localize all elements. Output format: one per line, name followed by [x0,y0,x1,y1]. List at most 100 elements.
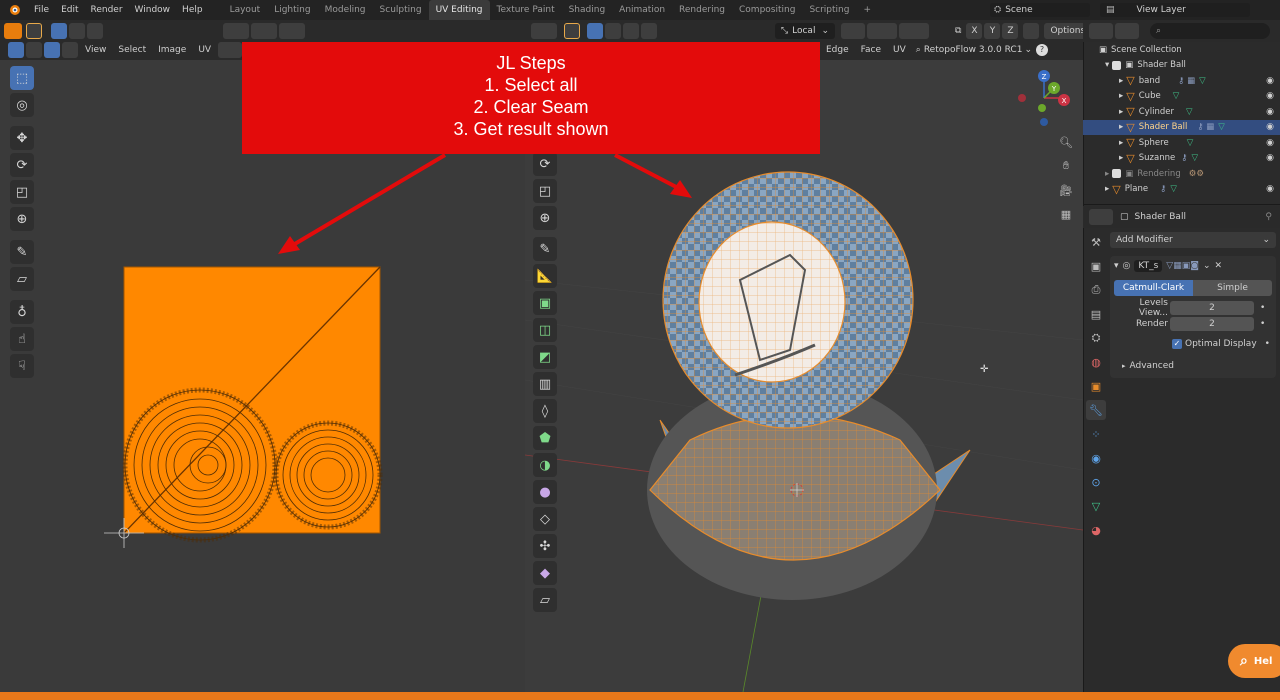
mirror-z-button[interactable]: Z [1002,23,1019,39]
properties-type-icon[interactable] [1089,209,1113,225]
outliner-item-band[interactable]: ▸ ▽ band ⚷ ▦ ▽ ◉ [1083,73,1280,89]
image-browse-icon[interactable] [218,42,243,58]
transform-orientation-dropdown[interactable]: ⤡ Local ⌄ [774,23,835,39]
pan-hand-icon[interactable]: ✋︎ [1056,156,1076,176]
uv-menu-image[interactable]: Image [152,45,192,55]
constraints-tab-icon[interactable]: ⊙ [1086,472,1106,492]
close-icon[interactable]: ✕ [1215,261,1223,271]
uv-menu-view[interactable]: View [79,45,112,55]
modifier-name-field[interactable]: KT_s [1134,260,1163,272]
smooth-icon[interactable]: ● [533,480,557,504]
tab-texture-paint[interactable]: Texture Paint [490,0,562,20]
modifier-toggle-icons[interactable]: ▽▦▣◙ [1166,261,1199,271]
rip-icon[interactable]: ▱ [10,267,34,291]
outliner-search-input[interactable]: ⌕ [1150,23,1270,39]
vp-menu-face[interactable]: Face [855,45,887,55]
rotate-icon[interactable]: ⟳ [10,153,34,177]
tab-scripting[interactable]: Scripting [802,0,856,20]
grid-view-icon[interactable]: ▦ [1056,204,1076,224]
zoom-icon[interactable]: 🔍︎ [1056,132,1076,152]
render-tab-icon[interactable]: ▣ [1086,256,1106,276]
mirror-x-button[interactable]: X [966,23,983,39]
outliner-item-cylinder[interactable]: ▸ ▽ Cylinder ▽ ◉ [1083,104,1280,120]
vp-select-invert-icon[interactable] [641,23,657,39]
vp-select-subtract-icon[interactable] [623,23,639,39]
retopoflow-menu[interactable]: ⌕ RetopoFlow 3.0.0 RC1 ⌄ [912,45,1036,55]
menu-edit[interactable]: Edit [55,0,84,20]
filter-icon[interactable] [1115,23,1139,39]
tab-rendering[interactable]: Rendering [672,0,732,20]
tab-modeling[interactable]: Modeling [318,0,373,20]
add-workspace-button[interactable]: + [856,0,878,20]
outliner-collection-shader-ball[interactable]: ▾ ▣ Shader Ball [1083,58,1280,74]
extrude-icon[interactable]: ▣ [533,291,557,315]
uv-face-mode-icon[interactable] [62,42,78,58]
help-circle-icon[interactable]: ? [1035,44,1048,56]
keyframe-dot-icon[interactable]: • [1265,339,1270,349]
snap-icon[interactable] [251,23,277,39]
outliner-item-plane[interactable]: ▸ ▽ Plane ⚷ ▽ ◉ [1083,182,1280,198]
knife-icon[interactable]: ◊ [533,399,557,423]
menu-window[interactable]: Window [129,0,177,20]
tab-animation[interactable]: Animation [612,0,672,20]
tool-tab-icon[interactable]: ⚒ [1086,232,1106,252]
keyframe-dot-icon[interactable]: • [1260,303,1265,313]
cursor-icon[interactable]: ◎ [10,93,34,117]
spin-icon[interactable]: ◑ [533,453,557,477]
visibility-eye-icon[interactable]: ◉ [1266,138,1274,148]
annotate-icon[interactable]: ✎ [10,240,34,264]
vp-select-extend-icon[interactable] [605,23,621,39]
vp-proportional-icon[interactable] [899,23,929,39]
camera-icon[interactable]: 🎥︎ [1056,180,1076,200]
tab-lighting[interactable]: Lighting [267,0,317,20]
relax-icon[interactable]: ☝ [10,327,34,351]
select-mode-extend-icon[interactable] [69,23,85,39]
keyframe-dot-icon[interactable]: • [1260,319,1265,329]
grab-icon[interactable]: ♁ [10,300,34,324]
menu-help[interactable]: Help [176,0,209,20]
render-levels-field[interactable]: 2 [1170,316,1254,331]
edge-slide-icon[interactable]: ◇ [533,507,557,531]
pin-icon[interactable]: ⚲ [1265,212,1272,222]
object-tab-icon[interactable]: ▣ [1086,376,1106,396]
physics-tab-icon[interactable]: ◉ [1086,448,1106,468]
particles-tab-icon[interactable]: ⁘ [1086,424,1106,444]
proportional-edit-icon[interactable] [279,23,305,39]
bevel-icon[interactable]: ◩ [533,345,557,369]
shear-icon[interactable]: ◆ [533,561,557,585]
scene-tab-icon[interactable]: ⛭ [1086,328,1106,348]
outliner-item-sphere[interactable]: ▸ ▽ Sphere ▽ ◉ [1083,135,1280,151]
menu-file[interactable]: File [28,0,55,20]
add-modifier-dropdown[interactable]: Add Modifier ⌄ [1110,232,1276,248]
tab-layout[interactable]: Layout [223,0,268,20]
uv-editor-type-icon[interactable] [4,23,22,39]
mirror-y-button[interactable]: Y [984,23,1001,39]
select-box-icon[interactable]: ⬚ [10,66,34,90]
select-mode-subtract-icon[interactable] [87,23,103,39]
data-tab-icon[interactable]: ▽ [1086,496,1106,516]
visibility-eye-icon[interactable]: ◉ [1266,153,1274,163]
poly-build-icon[interactable]: ⬟ [533,426,557,450]
modifier-tab-icon[interactable]: 🔧︎ [1086,400,1106,420]
tab-shading[interactable]: Shading [562,0,613,20]
move-icon[interactable]: ✥ [10,126,34,150]
uv-canvas[interactable] [100,250,400,550]
pinch-icon[interactable]: ☟ [10,354,34,378]
measure-icon[interactable]: 📐 [533,264,557,288]
vp-snap-icon[interactable] [867,23,897,39]
uv-sync-icon[interactable] [8,42,24,58]
vp-select-new-icon[interactable] [587,23,603,39]
outliner-type-icon[interactable] [1089,23,1113,39]
uv-menu-select[interactable]: Select [112,45,152,55]
vp-pivot-icon[interactable] [841,23,865,39]
output-tab-icon[interactable]: ⎙ [1086,280,1106,300]
shrink-fatten-icon[interactable]: ✣ [533,534,557,558]
pivot-dropdown[interactable] [223,23,249,39]
loop-cut-icon[interactable]: ▥ [533,372,557,396]
outliner-scene-collection[interactable]: ▣ Scene Collection [1083,42,1280,58]
tab-uv-editing[interactable]: UV Editing [428,0,490,20]
topology-icon[interactable] [1023,23,1040,39]
chevron-down-icon[interactable]: ⌄ [1203,261,1211,271]
visibility-eye-icon[interactable]: ◉ [1266,76,1274,86]
collapse-chevron-icon[interactable]: ▾ [1114,261,1119,271]
